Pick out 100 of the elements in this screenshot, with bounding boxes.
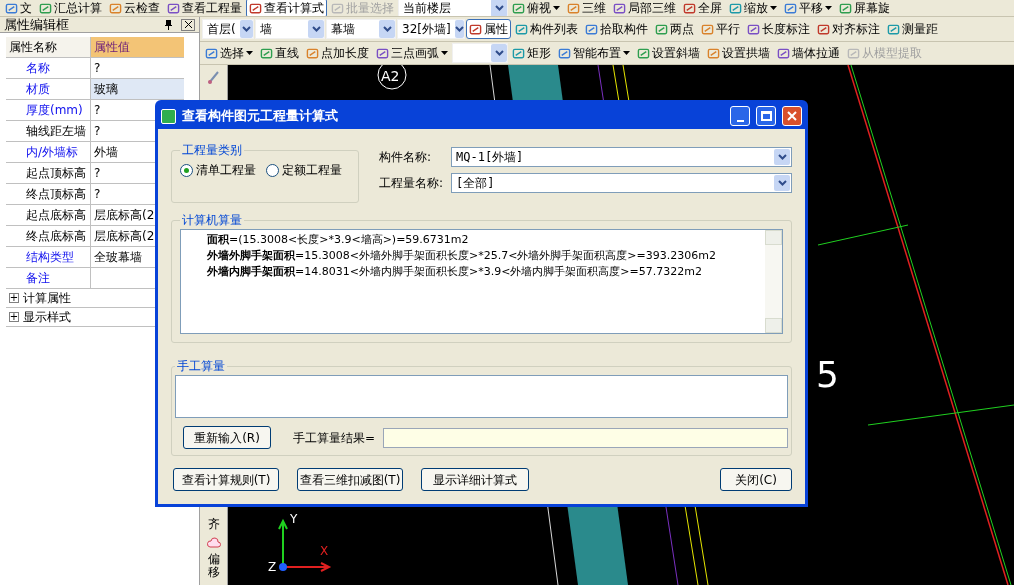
tool-icon: [839, 1, 852, 15]
toolbar-button[interactable]: 点加长度: [303, 43, 372, 63]
toolbar-button[interactable]: 三点画弧: [373, 43, 451, 63]
formula-line: 外墙外脚手架面积=15.3008<外墙外脚手架面积长度>*25.7<外墙外脚手架面积高度>=393.2306m2: [207, 248, 717, 264]
group-label: 计算属性: [23, 290, 71, 307]
toolbar-button[interactable]: 屏幕旋: [836, 0, 893, 16]
tool-icon: [331, 1, 344, 15]
toolbar-button[interactable]: 长度标注: [744, 19, 813, 39]
tool-icon: [887, 22, 900, 36]
tool-icon: [777, 46, 790, 60]
dropdown[interactable]: 幕墙: [326, 19, 396, 39]
toolbar-button[interactable]: 云检查: [106, 0, 163, 16]
toolbar-button[interactable]: 两点: [652, 19, 697, 39]
toolbar-button[interactable]: 选择: [202, 43, 256, 63]
dialog-button[interactable]: 显示详细计算式: [421, 468, 529, 491]
tool-icon: [109, 1, 122, 15]
toolbar-button[interactable]: 缩放: [726, 0, 780, 16]
toolbar-button[interactable]: 对齐标注: [814, 19, 883, 39]
scrollbar[interactable]: [765, 230, 782, 333]
tool-icon: [558, 46, 571, 60]
toolbar-button[interactable]: 矩形: [509, 43, 554, 63]
tool-icon: [306, 46, 319, 60]
reset-button[interactable]: 重新输入(R): [183, 426, 271, 449]
maximize-button[interactable]: [756, 106, 776, 126]
toolbar-button[interactable]: 直线: [257, 43, 302, 63]
tool-icon: [205, 46, 218, 60]
toolbar-button[interactable]: 墙体拉通: [774, 43, 843, 63]
pin-icon[interactable]: [164, 19, 173, 30]
tool-icon: [512, 1, 525, 15]
formula-line: 外墙内脚手架面积=14.8031<外墙内脚手架面积长度>*3.9<外墙内脚手架面积高度>=57.7322m2: [207, 264, 703, 280]
toolbar-button[interactable]: 平行: [698, 19, 743, 39]
property-value[interactable]: 玻璃: [91, 79, 184, 99]
toolbar-button[interactable]: 拾取构件: [582, 19, 651, 39]
group-title: 工程量类别: [181, 142, 243, 159]
toolbar-button[interactable]: 平移: [781, 0, 835, 16]
tool-icon: [613, 1, 626, 15]
toolbar-button[interactable]: 智能布置: [555, 43, 633, 63]
dialog-button[interactable]: 查看三维扣减图(T): [297, 468, 403, 491]
result-label: 手工算量结果=: [293, 429, 376, 447]
tool-icon: [784, 1, 797, 15]
axis-y-label: Y: [290, 513, 298, 525]
caret-icon: [553, 6, 560, 10]
tool-icon: [701, 22, 714, 36]
close-icon: [184, 21, 192, 28]
field-label: 工程量名称:: [379, 175, 445, 192]
toolbar-button[interactable]: 设置拱墙: [704, 43, 773, 63]
axis-label: A2: [381, 69, 400, 83]
minimize-button[interactable]: [730, 106, 750, 126]
toolbar-button[interactable]: 三维: [564, 0, 609, 16]
tool-icon: [5, 1, 18, 15]
tool-icon: [469, 22, 482, 36]
toolbar-button[interactable]: 全屏: [680, 0, 725, 16]
tool-icon: [707, 46, 720, 60]
brush-icon[interactable]: [205, 69, 222, 85]
toolbar-button[interactable]: 构件列表: [512, 19, 581, 39]
close-dialog-button[interactable]: 关闭(C): [720, 468, 792, 491]
toolbar-button[interactable]: 文: [2, 0, 35, 16]
result-field[interactable]: [383, 427, 788, 448]
toolbar-button[interactable]: 属性: [466, 19, 511, 39]
toolbar-button[interactable]: 汇总计算: [36, 0, 105, 16]
tool-icon: [567, 1, 580, 15]
toolbar-button[interactable]: 设置斜墙: [634, 43, 703, 63]
group-title: 手工算量: [176, 358, 226, 375]
caret-icon: [441, 51, 448, 55]
radio-option[interactable]: 定额工程量: [266, 161, 342, 179]
dropdown[interactable]: 墙: [255, 19, 325, 39]
caret-icon: [246, 51, 253, 55]
caret-icon: [825, 6, 832, 10]
tool-label[interactable]: 齐: [207, 514, 220, 533]
manual-input-field[interactable]: [175, 375, 788, 418]
toolbar-button[interactable]: 局部三维: [610, 0, 679, 16]
field-label: 构件名称:: [379, 149, 433, 166]
tool-icon: [515, 22, 528, 36]
close-button[interactable]: [181, 18, 195, 31]
tool-label[interactable]: 偏移: [207, 552, 220, 579]
toolbar-button[interactable]: 查看工程量: [164, 0, 245, 16]
cloud-icon: [206, 536, 221, 549]
caret-icon: [770, 6, 777, 10]
dialog-button[interactable]: 查看计算规则(T): [173, 468, 279, 491]
toolbar-button[interactable]: 俯视: [509, 0, 563, 16]
panel-title: 属性编辑框: [3, 18, 70, 31]
tool-icon: [847, 46, 860, 60]
tool-icon: [249, 1, 262, 15]
dropdown[interactable]: [452, 43, 508, 63]
column-header: 属性值: [91, 37, 184, 57]
toolbar-button[interactable]: 测量距: [884, 19, 941, 39]
dropdown[interactable]: 32[外墙]: [397, 19, 465, 39]
axis-z-label: Z: [268, 561, 277, 573]
dropdown[interactable]: 当前楼层: [398, 0, 508, 16]
toolbar-button[interactable]: 查看计算式: [246, 0, 327, 16]
tool-icon: [376, 46, 389, 60]
dropdown[interactable]: MQ-1[外墙]: [451, 147, 792, 167]
expand-toggle[interactable]: +: [9, 312, 19, 322]
tool-icon: [260, 46, 273, 60]
column-header: 属性名称: [6, 37, 91, 57]
dropdown[interactable]: [全部]: [451, 173, 792, 193]
tool-icon: [729, 1, 742, 15]
tool-icon: [683, 1, 696, 15]
dropdown[interactable]: 首层(: [202, 19, 254, 39]
expand-toggle[interactable]: +: [9, 293, 19, 303]
